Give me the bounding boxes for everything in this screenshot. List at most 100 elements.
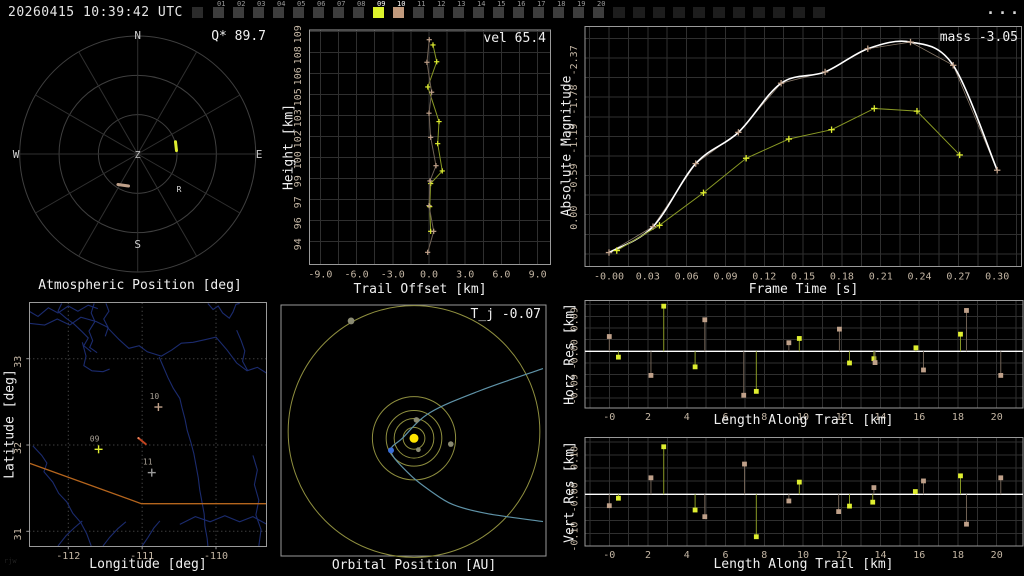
mag-series-station-09 bbox=[613, 105, 963, 254]
svg-text:97: 97 bbox=[293, 196, 304, 208]
map-ground-track bbox=[137, 436, 147, 446]
trail-offset-ylabel: Height [km] bbox=[281, 103, 297, 191]
frame-13[interactable] bbox=[453, 7, 464, 18]
horz-res-series-station-09 bbox=[616, 303, 963, 394]
svg-text:9.0: 9.0 bbox=[529, 270, 547, 281]
frame-label-13: 13 bbox=[457, 0, 466, 8]
orbit-plot bbox=[280, 304, 547, 558]
frame-label-09: 09 bbox=[377, 0, 386, 8]
frame-20[interactable] bbox=[593, 7, 604, 18]
svg-text:0.06: 0.06 bbox=[675, 272, 699, 283]
svg-text:108: 108 bbox=[293, 46, 304, 64]
map-plot: -112 -111 -110333231091011 bbox=[13, 302, 268, 562]
frame-label-17: 17 bbox=[537, 0, 546, 8]
frame-17[interactable] bbox=[533, 7, 544, 18]
svg-text:31: 31 bbox=[13, 528, 24, 540]
frame-09[interactable] bbox=[373, 7, 384, 18]
map-panel: -112 -111 -110 33 32 31 09 10 11 bbox=[0, 298, 280, 576]
frame-blank-leading bbox=[192, 7, 203, 18]
app-root: 20260415 10:39:42 UTC 01 02 03 04 05 06 07 08 09… bbox=[0, 0, 1024, 576]
svg-text:0.21: 0.21 bbox=[869, 272, 893, 283]
vert-res-xlabel: Length Along Trail [km] bbox=[713, 557, 894, 572]
frame-blank-5 bbox=[693, 7, 705, 18]
frame-label-19: 19 bbox=[577, 0, 586, 8]
menu-dots[interactable]: ... bbox=[986, 0, 1020, 18]
map-rivers bbox=[28, 302, 268, 547]
horz-res-xlabel: Length Along Trail [km] bbox=[713, 413, 894, 428]
vert-res-series-station-09 bbox=[616, 444, 963, 540]
svg-text:0.18: 0.18 bbox=[830, 272, 854, 283]
trail-grid bbox=[309, 30, 551, 265]
map-ylabel: Latitude [deg] bbox=[2, 369, 18, 479]
trail-offset-xlabel: Trail Offset [km] bbox=[353, 282, 487, 297]
orbit-title: Orbital Position [AU] bbox=[331, 558, 497, 573]
frame-blank-8 bbox=[753, 7, 765, 18]
frame-15[interactable] bbox=[493, 7, 504, 18]
frame-07[interactable] bbox=[333, 7, 344, 18]
q-value-label: Q* 89.7 bbox=[211, 29, 266, 44]
frame-label-02: 02 bbox=[237, 0, 246, 8]
frame-label-08: 08 bbox=[357, 0, 366, 8]
frame-19[interactable] bbox=[573, 7, 584, 18]
radiant-marker: R bbox=[177, 185, 182, 194]
watermark: rjw bbox=[4, 557, 17, 565]
svg-text:-2.37: -2.37 bbox=[569, 45, 580, 75]
svg-text:09: 09 bbox=[90, 434, 100, 443]
sky-track-station-09 bbox=[173, 140, 178, 153]
frame-label-07: 07 bbox=[337, 0, 346, 8]
svg-text:94: 94 bbox=[293, 238, 304, 250]
vert-res-ylabel: Vert Res [km] bbox=[562, 441, 578, 543]
frame-label-20: 20 bbox=[597, 0, 606, 8]
frame-label-05: 05 bbox=[297, 0, 306, 8]
trail-axis-labels: -9.0 -6.0 -3.0 0.0 3.0 6.0 9.01091081061051031… bbox=[293, 25, 547, 280]
frame-blank-10 bbox=[793, 7, 805, 18]
frame-16[interactable] bbox=[513, 7, 524, 18]
map-station-10: 10 bbox=[150, 392, 163, 412]
frame-14[interactable] bbox=[473, 7, 484, 18]
frame-18[interactable] bbox=[553, 7, 564, 18]
svg-text:Z: Z bbox=[135, 150, 141, 161]
frame-label-14: 14 bbox=[477, 0, 486, 8]
frame-label-01: 01 bbox=[217, 0, 226, 8]
sun-marker bbox=[409, 433, 419, 443]
map-country-border bbox=[28, 462, 267, 505]
svg-text:S: S bbox=[134, 238, 141, 251]
svg-text:R: R bbox=[177, 185, 182, 194]
frame-10[interactable] bbox=[393, 7, 404, 18]
tisserand-label: T_j -0.07 bbox=[470, 307, 541, 322]
frame-label-11: 11 bbox=[417, 0, 426, 8]
frame-04[interactable] bbox=[273, 7, 284, 18]
planet-orbits bbox=[287, 305, 541, 558]
frame-blank-1 bbox=[613, 7, 625, 18]
frame-blank-3 bbox=[653, 7, 665, 18]
magnitude-ylabel: Absolute Magnitude bbox=[559, 75, 575, 217]
frame-label-03: 03 bbox=[257, 0, 266, 8]
frame-12[interactable] bbox=[433, 7, 444, 18]
frame-08[interactable] bbox=[353, 7, 364, 18]
frame-label-10: 10 bbox=[397, 0, 406, 8]
svg-text:0.09: 0.09 bbox=[713, 272, 737, 283]
trail-offset-plot: -9.0 -6.0 -3.0 0.0 3.0 6.0 9.01091081061051031… bbox=[293, 25, 552, 281]
svg-text:33: 33 bbox=[13, 356, 24, 368]
horz-res-axis-labels: -0 2 4 6 8 10 12 14 16 18 200.09-0.00-0.09 bbox=[570, 307, 1003, 423]
frame-label-18: 18 bbox=[557, 0, 566, 8]
frame-blank-6 bbox=[713, 7, 725, 18]
frame-label-15: 15 bbox=[497, 0, 506, 8]
frame-03[interactable] bbox=[253, 7, 264, 18]
frame-label-12: 12 bbox=[437, 0, 446, 8]
svg-text:0.03: 0.03 bbox=[636, 272, 660, 283]
planet-earth bbox=[388, 447, 395, 454]
map-grid bbox=[29, 302, 267, 547]
svg-text:0.15: 0.15 bbox=[791, 272, 815, 283]
svg-text:11: 11 bbox=[143, 458, 153, 467]
frame-11[interactable] bbox=[413, 7, 424, 18]
sky-position-panel: N S W E Z R bbox=[0, 24, 280, 299]
sky-position-plot: N S W E Z R bbox=[13, 29, 262, 273]
frame-05[interactable] bbox=[293, 7, 304, 18]
svg-text:10: 10 bbox=[150, 392, 160, 401]
frame-01[interactable] bbox=[213, 7, 224, 18]
svg-text:-6.0: -6.0 bbox=[345, 270, 369, 281]
svg-text:-3.0: -3.0 bbox=[381, 270, 405, 281]
frame-02[interactable] bbox=[233, 7, 244, 18]
frame-06[interactable] bbox=[313, 7, 324, 18]
